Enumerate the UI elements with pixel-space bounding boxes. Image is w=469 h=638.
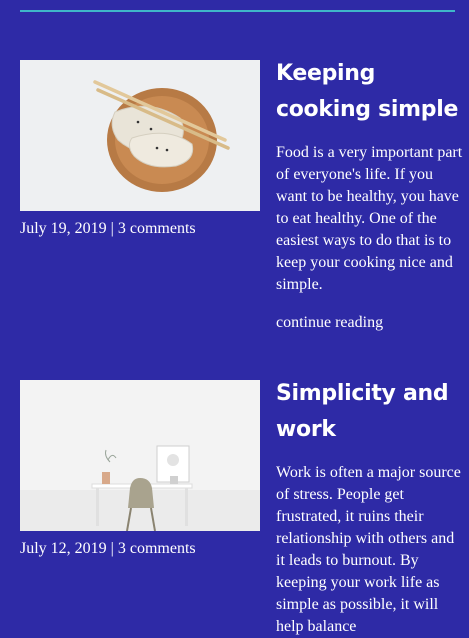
post-title[interactable]: Simplicity and work bbox=[276, 376, 466, 448]
desk-photo bbox=[20, 380, 260, 531]
post-thumbnail[interactable] bbox=[20, 380, 260, 531]
post-date: July 19, 2019 bbox=[20, 220, 107, 237]
post-excerpt: Work is often a major source of stress. … bbox=[276, 464, 461, 635]
meta-separator: | bbox=[110, 220, 114, 237]
top-divider bbox=[20, 10, 455, 12]
continue-reading-link[interactable]: continue reading bbox=[276, 312, 466, 334]
meta-separator: | bbox=[110, 540, 114, 557]
post-title[interactable]: Keeping cooking simple bbox=[276, 56, 466, 128]
post-thumbnail[interactable] bbox=[20, 60, 260, 211]
dumplings-photo bbox=[20, 60, 260, 211]
post-excerpt: Food is a very important part of everyon… bbox=[276, 144, 463, 293]
comments-link[interactable]: 3 comments bbox=[118, 540, 196, 557]
post-date: July 12, 2019 bbox=[20, 540, 107, 557]
post-meta: July 12, 2019 | 3 comments bbox=[20, 539, 270, 559]
post-meta: July 19, 2019 | 3 comments bbox=[20, 219, 270, 239]
comments-link[interactable]: 3 comments bbox=[118, 220, 196, 237]
